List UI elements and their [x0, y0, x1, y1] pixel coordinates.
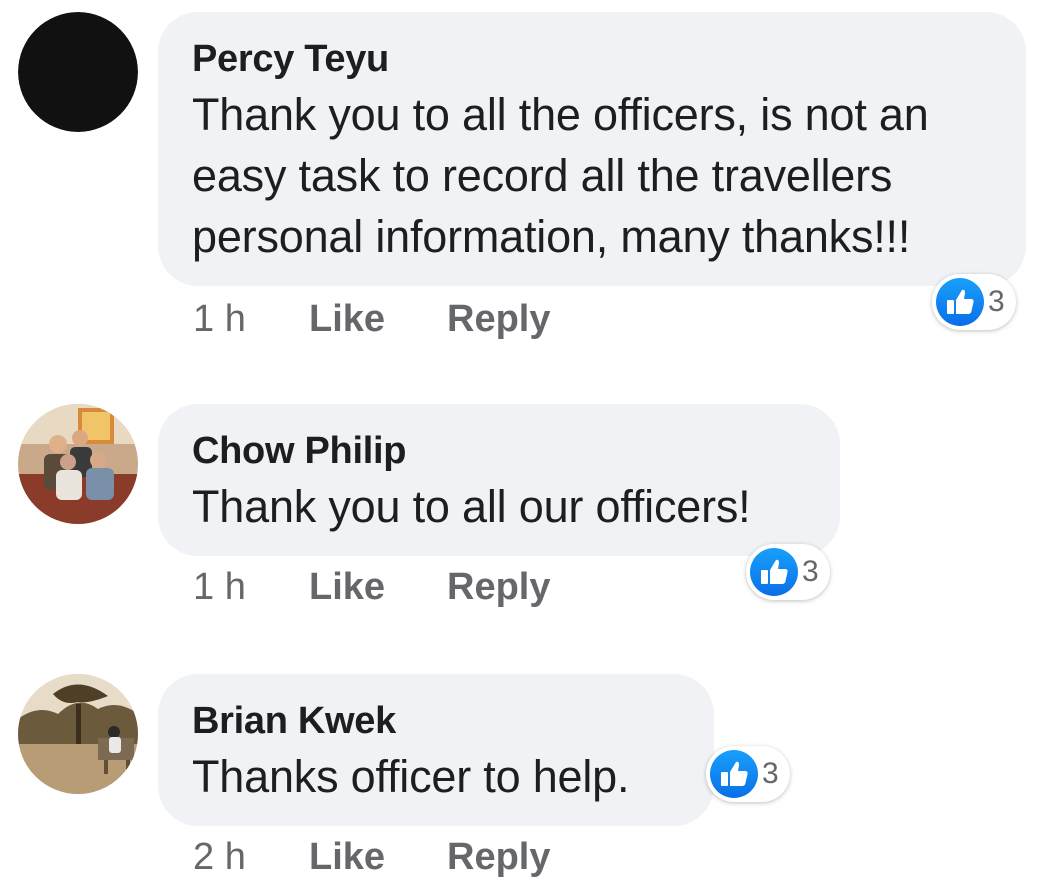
comment-actions: 2 h Like Reply: [193, 834, 550, 880]
reaction-count: 3: [762, 757, 779, 790]
reaction-count: 3: [802, 555, 819, 588]
avatar[interactable]: [18, 12, 138, 132]
reply-button[interactable]: Reply: [447, 296, 550, 342]
comment-actions: 1 h Like Reply: [193, 296, 550, 342]
like-button[interactable]: Like: [309, 564, 447, 610]
reaction-count-badge[interactable]: 3: [932, 274, 1016, 330]
reply-button[interactable]: Reply: [447, 834, 550, 880]
avatar[interactable]: [18, 404, 138, 524]
avatar[interactable]: [18, 674, 138, 794]
comment-text-line: easy task to record all the travellers: [192, 150, 893, 201]
comment-bubble: Chow Philip Thank you to all our officer…: [158, 404, 840, 556]
reaction-count: 3: [988, 285, 1005, 318]
comment-text-line: personal information, many thanks!!!: [192, 211, 911, 262]
comment-text-line: Thank you to all our officers!: [192, 481, 751, 532]
reply-button[interactable]: Reply: [447, 564, 550, 610]
reaction-count-badge[interactable]: 3: [746, 544, 830, 600]
group-photo-avatar-icon: [18, 404, 138, 524]
comment-bubble: Brian Kwek Thanks officer to help.: [158, 674, 714, 826]
comment-timestamp[interactable]: 1 h: [193, 296, 309, 342]
comment-timestamp[interactable]: 2 h: [193, 834, 309, 880]
thumbs-up-icon: [936, 278, 984, 326]
comment-bubble: Percy Teyu Thank you to all the officers…: [158, 12, 1026, 286]
dark-circle-avatar-icon: [18, 12, 138, 132]
comment-author[interactable]: Brian Kwek: [192, 698, 680, 744]
comment-timestamp[interactable]: 1 h: [193, 564, 309, 610]
comment-actions: 1 h Like Reply: [193, 564, 550, 610]
landscape-photo-avatar-icon: [18, 674, 138, 794]
thumbs-up-icon: [710, 750, 758, 798]
comment-text-line: Thank you to all the officers, is not an: [192, 89, 929, 140]
comment-author[interactable]: Percy Teyu: [192, 36, 992, 82]
reaction-count-badge[interactable]: 3: [706, 746, 790, 802]
like-button[interactable]: Like: [309, 834, 447, 880]
comment-author[interactable]: Chow Philip: [192, 428, 806, 474]
thumbs-up-icon: [750, 548, 798, 596]
comment-text-line: Thanks officer to help.: [192, 751, 630, 802]
like-button[interactable]: Like: [309, 296, 447, 342]
